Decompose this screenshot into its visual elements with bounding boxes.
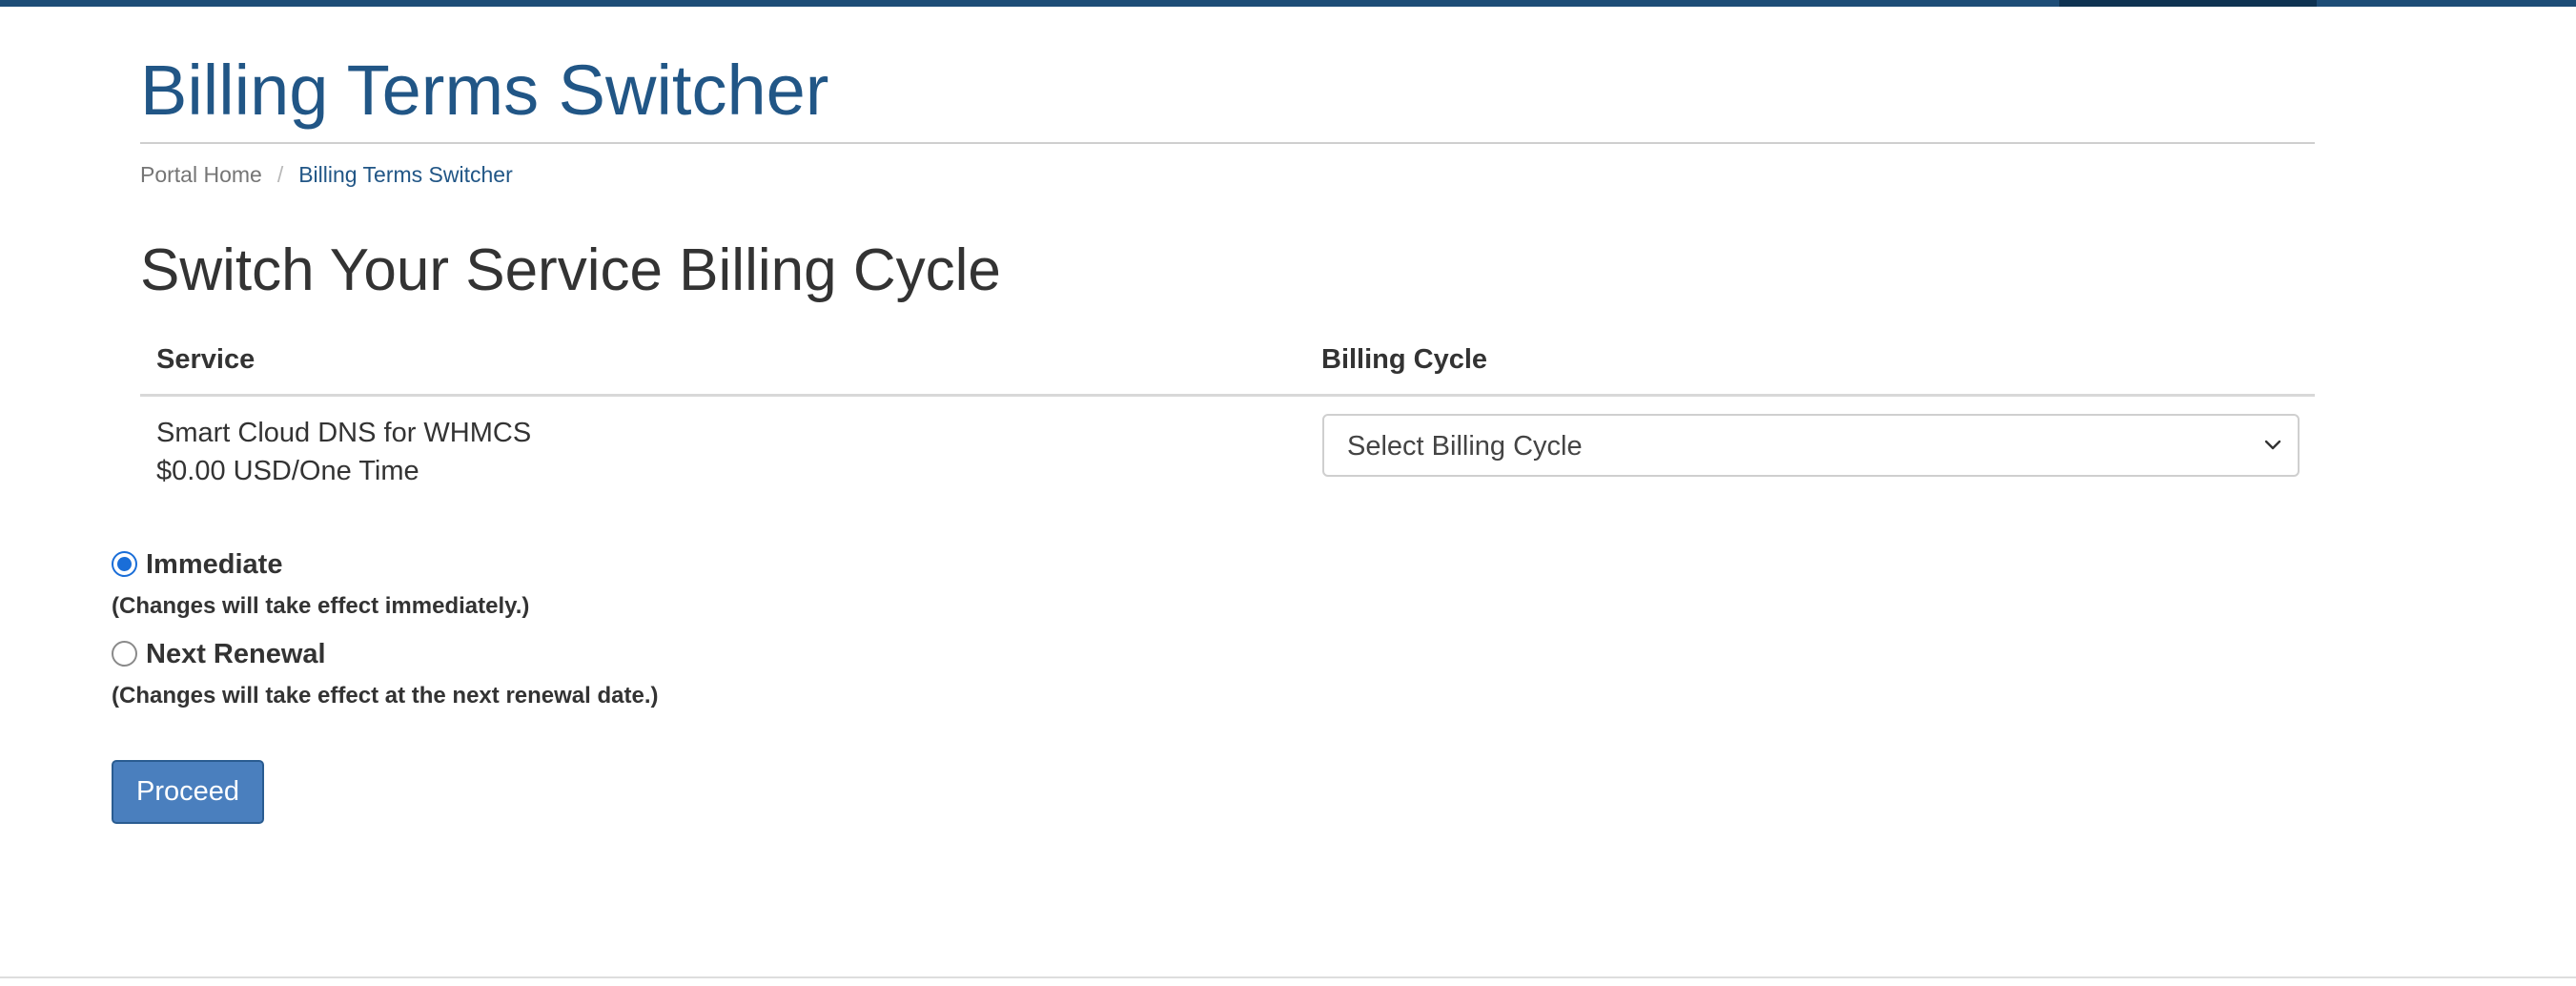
service-price: $0.00 USD/One Time: [156, 456, 419, 486]
page-title: Billing Terms Switcher: [140, 51, 829, 130]
service-name: Smart Cloud DNS for WHMCS: [156, 418, 532, 448]
immediate-description: (Changes will take effect immediately.): [112, 593, 530, 619]
footer-divider: [0, 976, 2576, 978]
radio-checked-dot: [117, 557, 132, 571]
billing-cycle-select[interactable]: Select Billing Cycle: [1322, 414, 2300, 477]
proceed-button[interactable]: Proceed: [112, 760, 264, 824]
table-header-billing-cycle: Billing Cycle: [1321, 344, 1488, 375]
next-renewal-description: (Changes will take effect at the next re…: [112, 683, 659, 709]
breadcrumb-home-link[interactable]: Portal Home: [140, 162, 262, 187]
table-header-divider: [140, 394, 2315, 397]
immediate-radio[interactable]: [112, 551, 137, 577]
billing-cycle-select-value: Select Billing Cycle: [1347, 431, 1583, 462]
immediate-label[interactable]: Immediate: [146, 549, 282, 581]
top-brand-bar-accent: [2059, 0, 2317, 7]
next-renewal-radio[interactable]: [112, 641, 137, 667]
title-divider: [140, 142, 2315, 144]
breadcrumb: Portal Home / Billing Terms Switcher: [140, 162, 513, 188]
chevron-down-icon: [2264, 440, 2281, 450]
breadcrumb-current-link[interactable]: Billing Terms Switcher: [298, 162, 513, 187]
next-renewal-label[interactable]: Next Renewal: [146, 639, 326, 670]
breadcrumb-separator: /: [276, 162, 284, 187]
section-title: Switch Your Service Billing Cycle: [140, 237, 1001, 303]
table-header-service: Service: [156, 344, 256, 375]
